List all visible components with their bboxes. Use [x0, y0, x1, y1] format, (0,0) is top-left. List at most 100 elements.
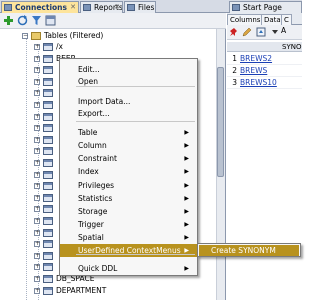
synonym-link[interactable]: BREWS2	[240, 54, 272, 63]
table-icon	[43, 182, 53, 191]
tree-node-table[interactable]: +	[34, 215, 56, 226]
submenu-arrow-icon: ▶	[184, 155, 189, 162]
expand-icon[interactable]: +	[34, 229, 40, 236]
table-icon	[43, 124, 53, 133]
tree-node-table[interactable]: +	[34, 76, 56, 87]
actions-dropdown-icon[interactable]	[271, 28, 279, 36]
add-connection-icon[interactable]	[3, 15, 14, 26]
sort-icon[interactable]	[256, 27, 266, 37]
expand-icon[interactable]: +	[34, 55, 40, 62]
close-icon[interactable]: ✕	[70, 2, 76, 13]
tree-node-table[interactable]: +	[34, 99, 56, 110]
create-synonym-menu-item[interactable]: Create SYNONYM	[199, 245, 299, 256]
expand-icon[interactable]: +	[34, 183, 40, 190]
menu-item-table[interactable]: Table ▶	[60, 126, 197, 139]
expand-icon[interactable]: +	[34, 90, 40, 97]
menu-item-constraint[interactable]: Constraint ▶	[60, 152, 197, 165]
tree-node-tables[interactable]: − Tables (Filtered)	[22, 30, 103, 41]
tab-start-page[interactable]: Start Page	[229, 1, 302, 13]
tree-node-table[interactable]: +	[34, 122, 56, 133]
expand-icon[interactable]: +	[34, 206, 40, 213]
menu-item-userdefined-contextmenus[interactable]: UserDefined ContextMenus ▶	[60, 244, 197, 257]
menu-item-label: Statistics	[78, 194, 113, 203]
expand-icon[interactable]: +	[34, 78, 40, 85]
tree-node-table[interactable]: +	[34, 157, 56, 168]
tree-node-table[interactable]: +	[34, 134, 56, 145]
table-icon	[43, 135, 53, 144]
expand-icon[interactable]: +	[34, 264, 40, 271]
subtab-more[interactable]: C	[281, 14, 292, 25]
menu-separator	[76, 254, 195, 255]
column-header-synonym[interactable]: SYNO	[282, 42, 301, 52]
actions-label[interactable]: A	[281, 26, 286, 35]
tree-node-table[interactable]: +	[34, 203, 56, 214]
tab-connections[interactable]: Connections ✕	[1, 1, 79, 13]
tree-node-table[interactable]: + /x	[34, 41, 63, 52]
tab-reports[interactable]: Reports ✕	[80, 1, 123, 13]
synonym-link[interactable]: BREWS10	[240, 78, 277, 87]
scrollbar-thumb[interactable]	[217, 67, 224, 177]
editor-toolbar: A	[227, 25, 302, 40]
table-icon	[43, 112, 53, 121]
menu-item-trigger[interactable]: Trigger ▶	[60, 218, 197, 231]
filter-icon[interactable]	[31, 15, 42, 26]
expand-icon[interactable]: +	[34, 136, 40, 143]
expand-icon[interactable]: +	[34, 125, 40, 132]
refresh-icon[interactable]	[17, 15, 28, 26]
tree-node-table[interactable]: +	[34, 250, 56, 261]
tab-files[interactable]: Files	[124, 1, 156, 13]
table-icon	[43, 77, 53, 86]
menu-item-quick-ddl[interactable]: Quick DDL ▶	[60, 262, 197, 275]
submenu-arrow-icon: ▶	[184, 208, 189, 215]
menu-item-privileges[interactable]: Privileges ▶	[60, 179, 197, 192]
tree-node-table[interactable]: +	[34, 180, 56, 191]
menu-item-index[interactable]: Index ▶	[60, 165, 197, 178]
collapse-icon[interactable]: −	[22, 33, 28, 39]
expand-icon[interactable]: +	[34, 171, 40, 178]
expand-icon[interactable]: +	[34, 67, 40, 74]
submenu-arrow-icon: ▶	[184, 247, 189, 254]
tree-node-table[interactable]: +	[34, 145, 56, 156]
tab-label: Files	[138, 3, 155, 12]
synonym-link[interactable]: BREWS	[240, 66, 267, 75]
tree-node-table[interactable]: +	[34, 238, 56, 249]
expand-icon[interactable]: +	[34, 102, 40, 108]
table-row[interactable]: 3 BREWS10	[227, 77, 302, 89]
menu-item-column[interactable]: Column ▶	[60, 139, 197, 152]
tree-scrollbar[interactable]	[216, 29, 225, 300]
expand-icon[interactable]: +	[34, 160, 40, 166]
table-icon	[43, 159, 53, 167]
expand-icon[interactable]: +	[34, 218, 40, 224]
tree-node-table[interactable]: +	[34, 227, 56, 238]
table-icon	[43, 205, 53, 214]
schema-browser-icon[interactable]	[45, 15, 56, 26]
menu-item-label: Quick DDL	[78, 264, 118, 273]
tree-node-table[interactable]: +	[34, 87, 56, 98]
close-icon[interactable]: ✕	[114, 2, 120, 13]
expand-icon[interactable]: +	[34, 44, 40, 50]
tree-node-table[interactable]: + DEPARTMENT	[34, 285, 106, 296]
edit-icon[interactable]	[242, 27, 252, 37]
expand-icon[interactable]: +	[34, 194, 40, 201]
expand-icon[interactable]: +	[34, 252, 40, 259]
expand-icon[interactable]: +	[34, 148, 40, 155]
tree-node-table[interactable]: +	[34, 111, 56, 122]
menu-item-statistics[interactable]: Statistics ▶	[60, 192, 197, 205]
tree-node-table[interactable]: +	[34, 169, 56, 180]
menu-item-export[interactable]: Export...	[60, 107, 197, 120]
row-number: 1	[232, 54, 237, 63]
pin-icon[interactable]	[229, 27, 239, 37]
table-row[interactable]: 1 BREWS2	[227, 53, 302, 65]
expand-icon[interactable]: +	[34, 276, 40, 282]
tree-node-table[interactable]: +	[34, 64, 56, 75]
expand-icon[interactable]: +	[34, 113, 40, 120]
expand-icon[interactable]: +	[34, 287, 40, 294]
menu-item-storage[interactable]: Storage ▶	[60, 205, 197, 218]
tree-node-table[interactable]: +	[34, 192, 56, 203]
menu-item-label: Column	[78, 141, 107, 150]
tree-node-table[interactable]: +	[34, 261, 56, 272]
menu-item-spatial[interactable]: Spatial ▶	[60, 231, 197, 244]
expand-icon[interactable]: +	[34, 241, 40, 248]
table-row[interactable]: 2 BREWS	[227, 65, 302, 77]
subtab-columns[interactable]: Columns	[227, 14, 264, 25]
